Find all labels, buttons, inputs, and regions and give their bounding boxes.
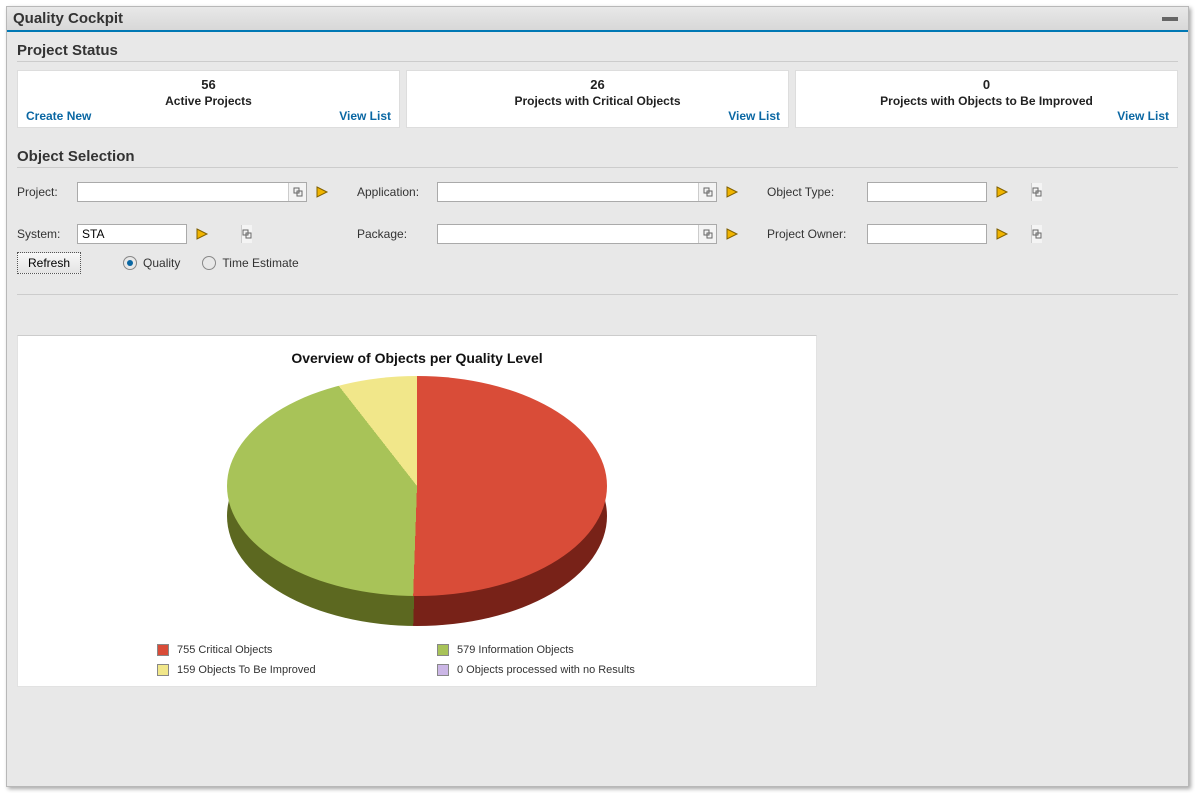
- legend-item: 755 Critical Objects: [157, 644, 397, 656]
- chart-legend: 755 Critical Objects 579 Information Obj…: [157, 644, 677, 676]
- mode-radio-group: Quality Time Estimate: [123, 256, 299, 270]
- card-count: 56: [26, 77, 391, 94]
- card-critical-objects: 26 Projects with Critical Objects View L…: [406, 70, 789, 128]
- legend-swatch: [437, 644, 449, 656]
- quality-cockpit-window: Quality Cockpit Project Status 56 Active…: [6, 6, 1189, 787]
- value-help-icon[interactable]: [698, 225, 716, 243]
- system-input[interactable]: [78, 225, 241, 243]
- title-bar: Quality Cockpit: [7, 7, 1188, 32]
- multi-select-icon[interactable]: [723, 225, 741, 243]
- legend-item: 159 Objects To Be Improved: [157, 664, 397, 676]
- card-to-be-improved: 0 Projects with Objects to Be Improved V…: [795, 70, 1178, 128]
- legend-swatch: [157, 644, 169, 656]
- project-input[interactable]: [78, 183, 288, 201]
- view-list-link[interactable]: View List: [1117, 109, 1169, 123]
- card-active-projects: 56 Active Projects Create New View List: [17, 70, 400, 128]
- status-cards: 56 Active Projects Create New View List …: [17, 70, 1178, 128]
- project-owner-field[interactable]: [867, 224, 987, 244]
- object-type-field[interactable]: [867, 182, 987, 202]
- application-input[interactable]: [438, 183, 698, 201]
- project-field[interactable]: [77, 182, 307, 202]
- card-label: Active Projects: [165, 94, 252, 108]
- object-type-label: Object Type:: [767, 185, 867, 199]
- chart-panel: Overview of Objects per Quality Level 75…: [17, 335, 817, 687]
- system-label: System:: [17, 227, 77, 241]
- view-list-link[interactable]: View List: [728, 109, 780, 123]
- package-label: Package:: [357, 227, 437, 241]
- divider: [17, 294, 1178, 295]
- project-owner-label: Project Owner:: [767, 227, 867, 241]
- package-input[interactable]: [438, 225, 698, 243]
- value-help-icon[interactable]: [1031, 225, 1042, 243]
- legend-item: 0 Objects processed with no Results: [437, 664, 677, 676]
- pie-chart: [227, 376, 607, 626]
- radio-icon: [123, 256, 137, 270]
- multi-select-icon[interactable]: [193, 225, 211, 243]
- value-help-icon[interactable]: [288, 183, 306, 201]
- create-new-link[interactable]: Create New: [26, 109, 91, 123]
- application-field[interactable]: [437, 182, 717, 202]
- object-selection-section: Object Selection Project: Application:: [7, 138, 1188, 284]
- radio-icon: [202, 256, 216, 270]
- action-row: Refresh Quality Time Estimate: [17, 252, 1178, 274]
- multi-select-icon[interactable]: [723, 183, 741, 201]
- chart-title: Overview of Objects per Quality Level: [28, 350, 806, 366]
- legend-item: 579 Information Objects: [437, 644, 677, 656]
- project-status-heading: Project Status: [17, 42, 1178, 62]
- project-label: Project:: [17, 185, 77, 199]
- window-title: Quality Cockpit: [13, 10, 123, 27]
- card-label: Projects with Objects to Be Improved: [880, 94, 1093, 108]
- card-count: 26: [415, 77, 780, 94]
- multi-select-icon[interactable]: [313, 183, 331, 201]
- application-label: Application:: [357, 185, 437, 199]
- minimize-icon[interactable]: [1162, 17, 1178, 21]
- value-help-icon[interactable]: [698, 183, 716, 201]
- legend-swatch: [157, 664, 169, 676]
- card-label: Projects with Critical Objects: [514, 94, 680, 108]
- time-estimate-radio[interactable]: Time Estimate: [202, 256, 298, 270]
- value-help-icon[interactable]: [1031, 183, 1042, 201]
- project-status-section: Project Status 56 Active Projects Create…: [7, 32, 1188, 138]
- card-count: 0: [804, 77, 1169, 94]
- package-field[interactable]: [437, 224, 717, 244]
- legend-swatch: [437, 664, 449, 676]
- system-field[interactable]: [77, 224, 187, 244]
- refresh-button[interactable]: Refresh: [17, 252, 81, 274]
- object-selection-heading: Object Selection: [17, 148, 1178, 168]
- selection-form: Project: Application: Object Type:: [17, 182, 1178, 244]
- multi-select-icon[interactable]: [993, 183, 1011, 201]
- pie-top: [227, 376, 607, 596]
- multi-select-icon[interactable]: [993, 225, 1011, 243]
- quality-radio[interactable]: Quality: [123, 256, 180, 270]
- view-list-link[interactable]: View List: [339, 109, 391, 123]
- value-help-icon[interactable]: [241, 225, 252, 243]
